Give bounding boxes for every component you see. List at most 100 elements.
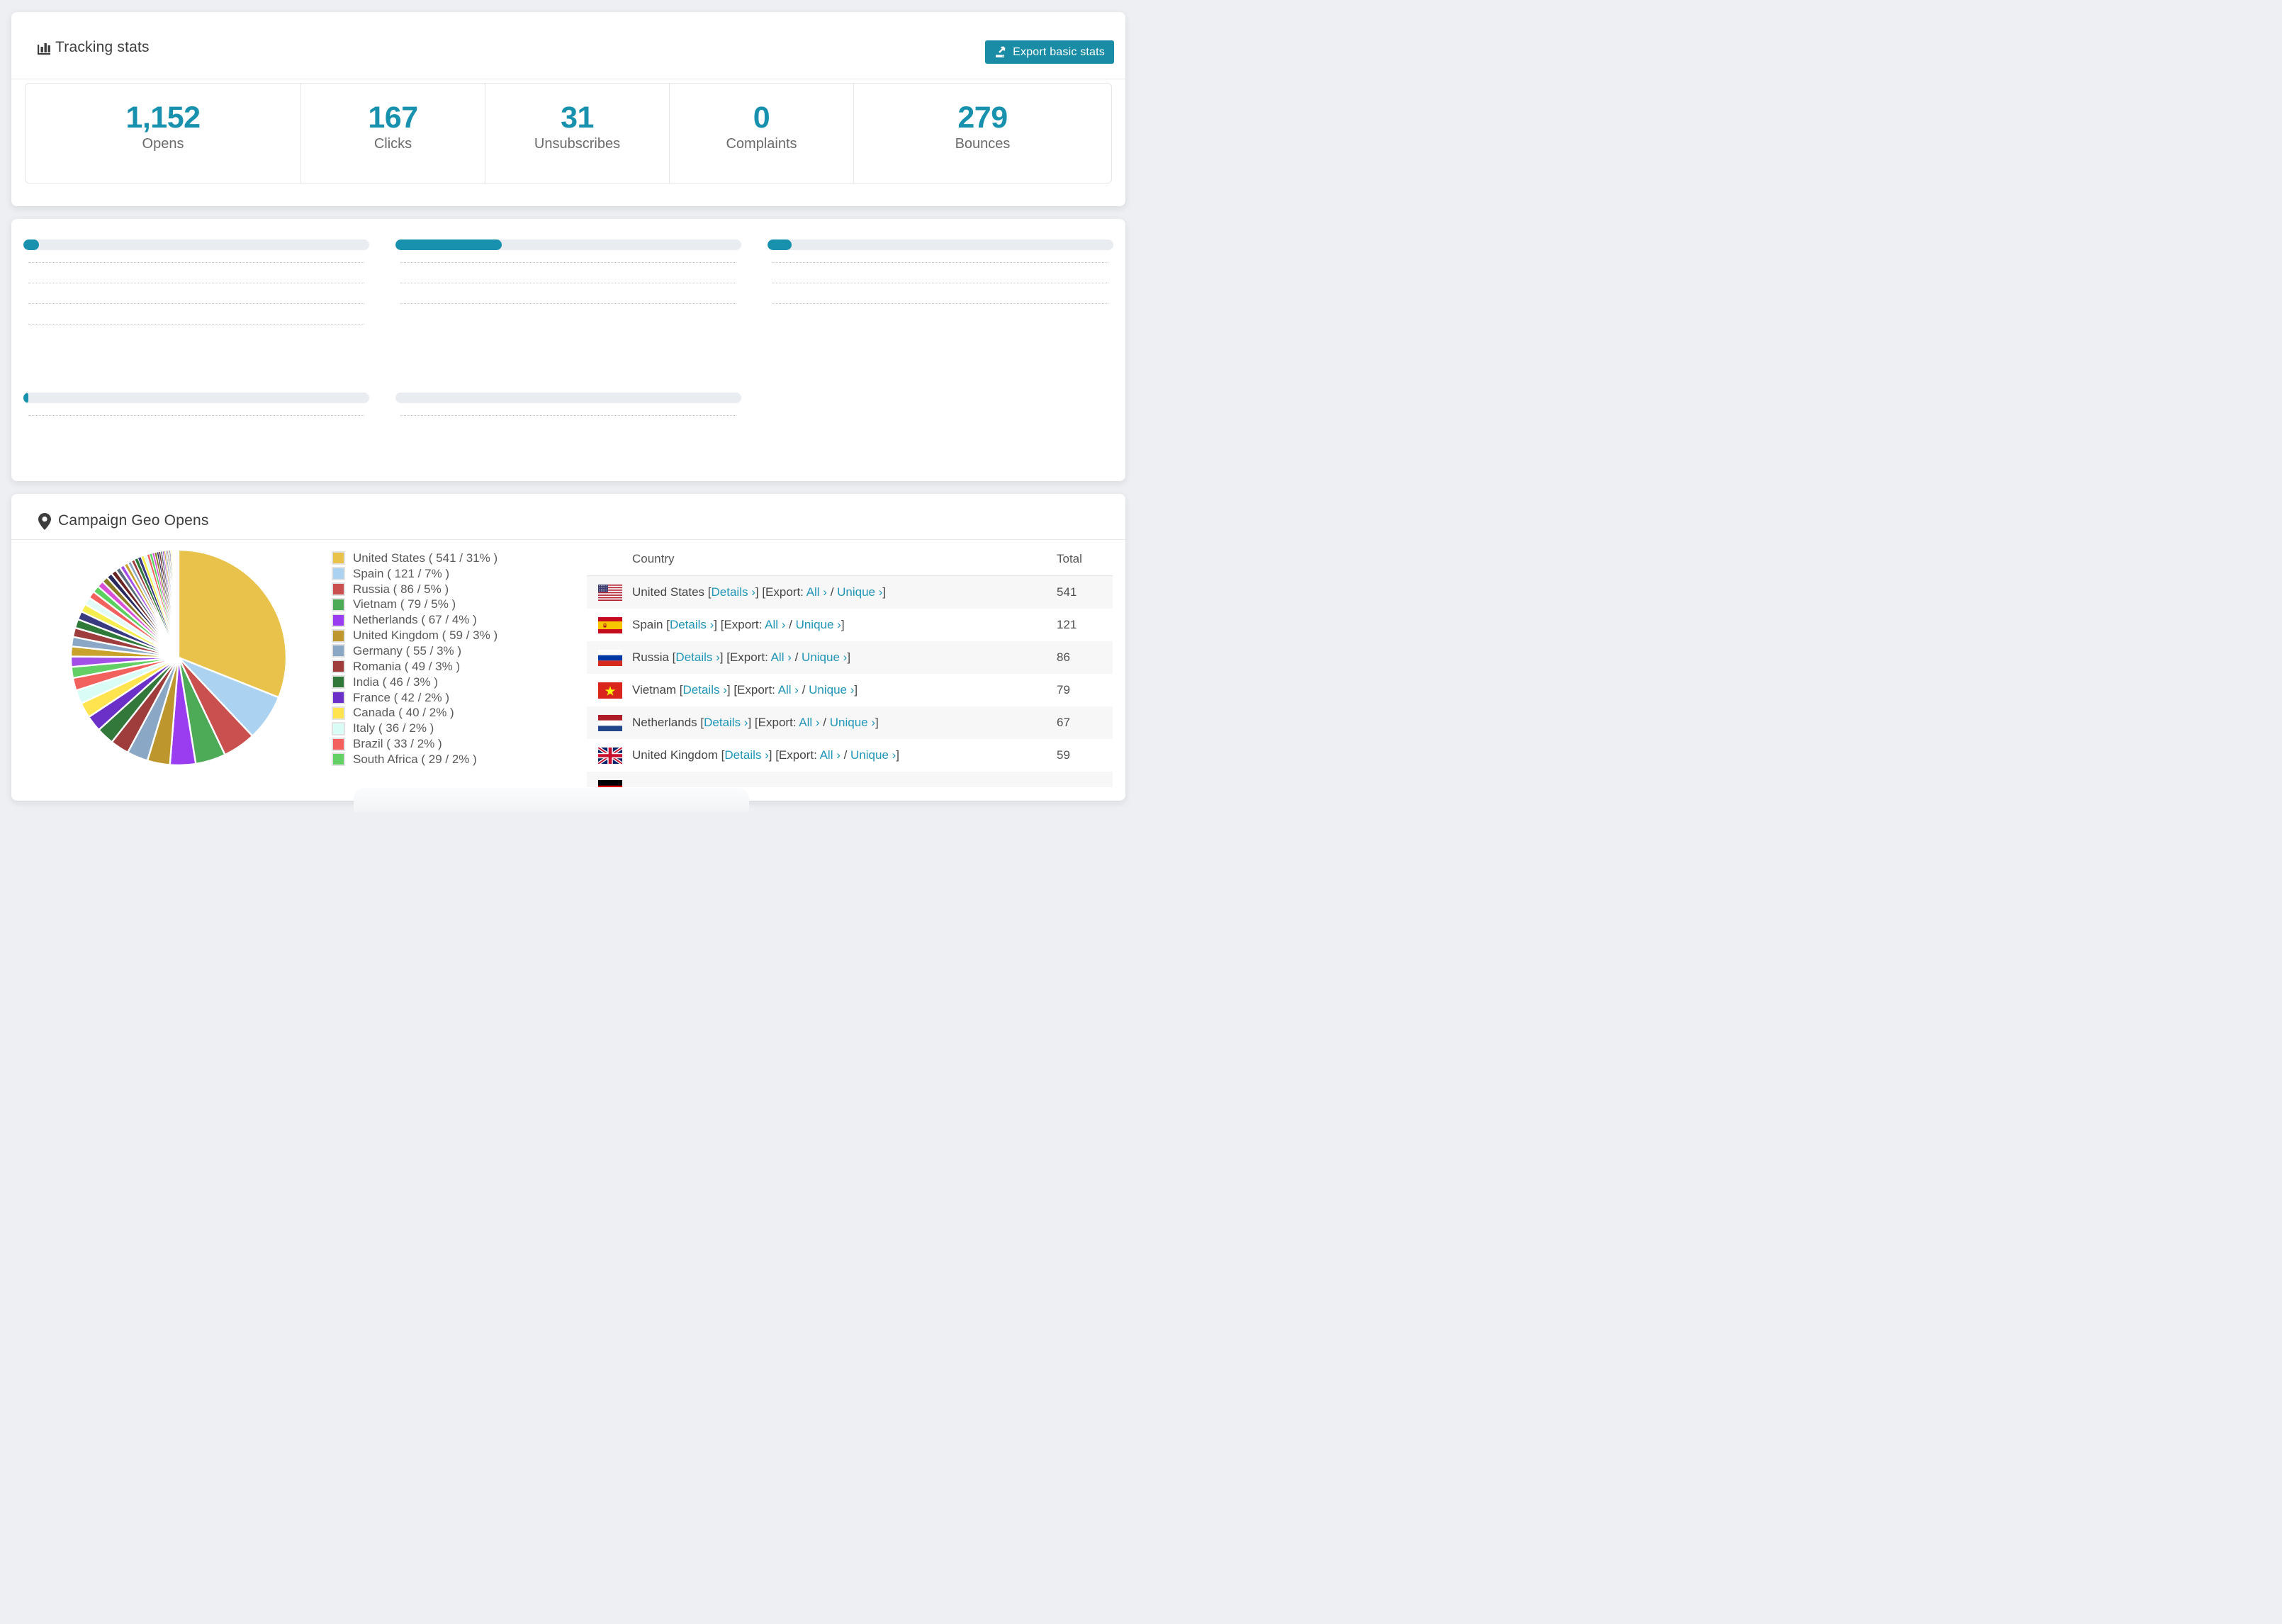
legend-label: Netherlands ( 67 / 4% ) xyxy=(353,613,477,627)
legend-color-chip xyxy=(332,737,345,751)
legend-color-chip xyxy=(332,582,345,597)
flag-es-icon xyxy=(598,616,622,633)
legend-color-chip xyxy=(332,706,345,720)
legend-item[interactable]: Russia ( 86 / 5% ) xyxy=(332,582,566,597)
dashboard-page: { "accent": {"teal": "#1791ad", "button"… xyxy=(0,0,1141,812)
legend-label: Germany ( 55 / 3% ) xyxy=(353,643,462,658)
stat-complaints: 0 Complaints xyxy=(669,84,853,183)
pie-slice[interactable] xyxy=(177,549,179,658)
rate-row xyxy=(395,415,741,439)
legend-item[interactable]: Vietnam ( 79 / 5% ) xyxy=(332,597,566,613)
export-unique-link[interactable]: Unique › xyxy=(837,585,882,599)
dotted-leader xyxy=(772,303,1108,304)
legend-label: Romania ( 49 / 3% ) xyxy=(353,659,461,673)
tracking-stats-header: Tracking stats Export basic stats xyxy=(11,12,1125,79)
flag-de-icon xyxy=(598,779,622,787)
legend-color-chip xyxy=(332,644,345,658)
panel-bounce-rate xyxy=(768,227,1113,327)
rate-progress-track xyxy=(768,239,1113,250)
legend-label: Russia ( 86 / 5% ) xyxy=(353,582,449,596)
legend-label: United States ( 541 / 31% ) xyxy=(353,551,498,565)
country-cell: Spain [Details ›] [Export: All › / Uniqu… xyxy=(632,618,845,631)
legend-label: India ( 46 / 3% ) xyxy=(353,675,439,689)
legend-label: Italy ( 36 / 2% ) xyxy=(353,721,434,735)
legend-item[interactable]: Canada ( 40 / 2% ) xyxy=(332,705,566,721)
country-cell: Russia [Details ›] [Export: All › / Uniq… xyxy=(632,650,851,664)
export-basic-stats-button[interactable]: Export basic stats xyxy=(985,40,1114,64)
legend-item[interactable]: India ( 46 / 3% ) xyxy=(332,675,566,690)
geo-card-title: Campaign Geo Opens xyxy=(58,512,209,529)
legend-item[interactable]: Brazil ( 33 / 2% ) xyxy=(332,736,566,752)
geo-opens-pie-chart xyxy=(65,544,292,771)
geo-table-row-vn: Vietnam [Details ›] [Export: All › / Uni… xyxy=(587,674,1113,706)
legend-color-chip xyxy=(332,752,345,767)
legend-label: France ( 42 / 2% ) xyxy=(353,690,450,704)
bar-chart-icon xyxy=(35,39,52,56)
panel-clicks-rate xyxy=(23,227,369,347)
rates-card xyxy=(11,219,1125,481)
legend-label: United Kingdom ( 59 / 3% ) xyxy=(353,628,498,643)
total-cell: 86 xyxy=(1057,650,1070,664)
export-unique-link[interactable]: Unique › xyxy=(796,618,841,631)
stat-opens: 1,152 Opens xyxy=(26,84,300,183)
stat-label: Clicks xyxy=(373,136,412,152)
geo-table-row-us: United States [Details ›] [Export: All ›… xyxy=(587,576,1113,609)
rate-progress-track xyxy=(23,393,369,403)
details-link[interactable]: Details › xyxy=(670,618,714,631)
legend-item[interactable]: Italy ( 36 / 2% ) xyxy=(332,721,566,736)
country-cell: Vietnam [Details ›] [Export: All › / Uni… xyxy=(632,683,858,697)
export-basic-stats-label: Export basic stats xyxy=(1013,45,1105,58)
total-cell: 121 xyxy=(1057,618,1077,631)
legend-item[interactable]: Romania ( 49 / 3% ) xyxy=(332,659,566,675)
legend-color-chip xyxy=(332,675,345,689)
export-unique-link[interactable]: Unique › xyxy=(830,716,875,729)
map-pin-icon xyxy=(37,512,54,530)
details-link[interactable]: Details › xyxy=(704,716,748,729)
legend-item[interactable]: United Kingdom ( 59 / 3% ) xyxy=(332,628,566,643)
export-all-link[interactable]: All › xyxy=(765,618,785,631)
legend-color-chip xyxy=(332,721,345,735)
rate-row xyxy=(23,415,369,439)
legend-label: Vietnam ( 79 / 5% ) xyxy=(353,597,456,611)
geo-card-header: Campaign Geo Opens xyxy=(11,494,1125,540)
legend-item[interactable]: Spain ( 121 / 7% ) xyxy=(332,566,566,582)
legend-item[interactable]: Germany ( 55 / 3% ) xyxy=(332,643,566,659)
geo-table-row-ru: Russia [Details ›] [Export: All › / Uniq… xyxy=(587,641,1113,674)
details-link[interactable]: Details › xyxy=(683,683,727,697)
export-all-link[interactable]: All › xyxy=(771,650,792,664)
dotted-leader xyxy=(400,303,736,304)
legend-color-chip xyxy=(332,567,345,581)
legend-item[interactable]: United States ( 541 / 31% ) xyxy=(332,551,566,566)
bottom-overlay-panel xyxy=(354,788,749,812)
details-link[interactable]: Details › xyxy=(675,650,719,664)
total-cell: 79 xyxy=(1057,683,1070,697)
rate-progress-fill xyxy=(768,239,792,250)
stat-clicks: 167 Clicks xyxy=(300,84,485,183)
dotted-leader xyxy=(28,262,364,263)
details-link[interactable]: Details › xyxy=(712,585,755,599)
stat-unsubscribes: 31 Unsubscribes xyxy=(485,84,669,183)
flag-ru-icon xyxy=(598,649,622,666)
stat-value: 279 xyxy=(957,101,1008,135)
export-unique-link[interactable]: Unique › xyxy=(850,748,896,762)
export-all-link[interactable]: All › xyxy=(799,716,819,729)
country-cell: United States [Details ›] [Export: All ›… xyxy=(632,585,887,599)
legend-item[interactable]: Netherlands ( 67 / 4% ) xyxy=(332,612,566,628)
stat-label: Unsubscribes xyxy=(534,136,621,152)
dotted-leader xyxy=(400,415,736,416)
details-link[interactable]: Details › xyxy=(724,748,768,762)
export-unique-link[interactable]: Unique › xyxy=(802,650,847,664)
campaign-geo-opens-card: Campaign Geo Opens United States ( 541 /… xyxy=(11,494,1125,801)
export-all-link[interactable]: All › xyxy=(806,585,827,599)
legend-item[interactable]: France ( 42 / 2% ) xyxy=(332,690,566,706)
panel-complaints-rate xyxy=(395,380,741,439)
geo-opens-table: Country Total United States [Details ›] … xyxy=(587,542,1113,787)
legend-color-chip xyxy=(332,628,345,643)
export-all-link[interactable]: All › xyxy=(820,748,841,762)
export-unique-link[interactable]: Unique › xyxy=(809,683,854,697)
stat-value: 167 xyxy=(368,101,418,135)
legend-item[interactable]: South Africa ( 29 / 2% ) xyxy=(332,752,566,767)
stat-value: 1,152 xyxy=(125,101,201,135)
dotted-leader xyxy=(28,303,364,304)
export-all-link[interactable]: All › xyxy=(778,683,799,697)
